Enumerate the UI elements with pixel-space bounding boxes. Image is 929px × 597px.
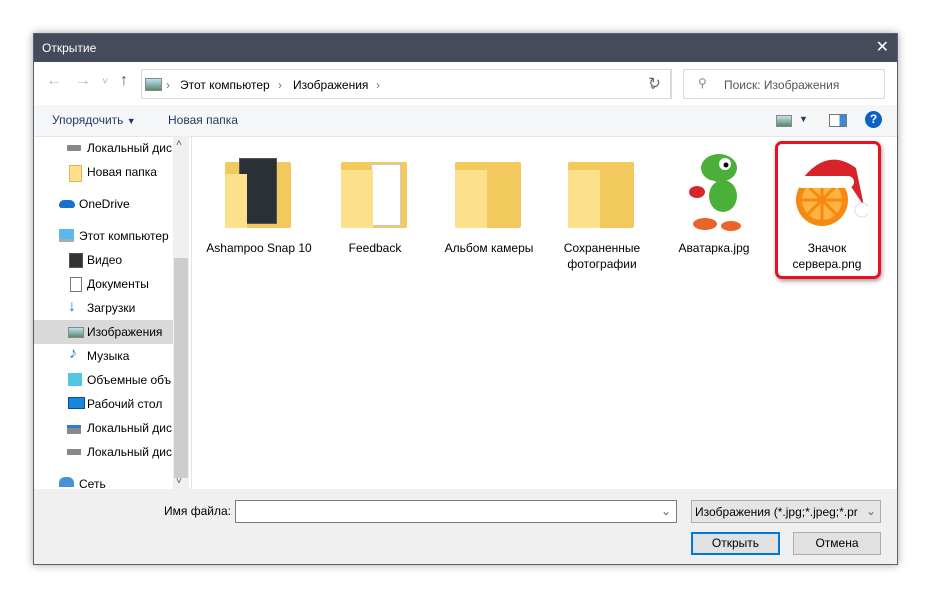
drive-icon bbox=[67, 145, 81, 151]
sidebar-item-label: Локальный дис bbox=[87, 421, 172, 435]
pictures-icon bbox=[145, 78, 162, 91]
sidebar-item-label: Изображения bbox=[87, 325, 163, 339]
scroll-down-icon[interactable]: ˅ bbox=[176, 476, 182, 487]
scrollbar-thumb[interactable] bbox=[174, 258, 188, 478]
back-button[interactable]: ← bbox=[46, 72, 62, 90]
search-input[interactable]: ⚲ Поиск: Изображения bbox=[683, 69, 885, 99]
window-title: Открытие bbox=[42, 41, 97, 55]
new-folder-button[interactable]: Новая папка bbox=[168, 113, 238, 127]
breadcrumb-separator-icon: › bbox=[166, 78, 170, 92]
desktop-icon bbox=[68, 397, 85, 409]
help-icon[interactable]: ? bbox=[865, 111, 882, 128]
file-label: Аватарка.jpg bbox=[678, 241, 750, 255]
sidebar-item-3d-objects[interactable]: Объемные объ bbox=[34, 368, 173, 392]
breadcrumb-pictures[interactable]: Изображения bbox=[293, 78, 368, 92]
search-placeholder: Поиск: Изображения bbox=[724, 78, 840, 92]
chevron-down-icon: ⌄ bbox=[865, 504, 876, 518]
file-label: Сохраненные фотографии bbox=[563, 241, 641, 271]
sidebar-item-label: Документы bbox=[87, 277, 149, 291]
folder-icon bbox=[455, 156, 521, 228]
sidebar-item-music[interactable]: ♪ Музыка bbox=[34, 344, 173, 368]
sidebar-item-label: Загрузки bbox=[87, 301, 136, 315]
breadcrumb-this-pc[interactable]: Этот компьютер bbox=[180, 78, 270, 92]
open-button[interactable]: Открыть bbox=[691, 532, 780, 555]
sidebar-item-network[interactable]: Сеть bbox=[34, 472, 173, 489]
sidebar-item-desktop[interactable]: Рабочий стол bbox=[34, 392, 173, 416]
address-bar[interactable]: › Этот компьютер › Изображения › ⌄ bbox=[141, 69, 671, 99]
sidebar-item-local-disk[interactable]: Локальный дис bbox=[34, 136, 173, 160]
sidebar-item-documents[interactable]: Документы bbox=[34, 272, 173, 296]
toolbar: Упорядочить ▼ Новая папка ▼ ? bbox=[34, 105, 897, 137]
folder-icon bbox=[69, 165, 82, 182]
sidebar-scrollbar[interactable]: ˄ ˅ bbox=[173, 136, 189, 489]
filename-input[interactable]: ⌄ bbox=[235, 500, 677, 523]
sidebar-item-downloads[interactable]: ↓ Загрузки bbox=[34, 296, 173, 320]
folder-icon bbox=[225, 156, 291, 228]
file-label: Альбом камеры bbox=[444, 241, 534, 255]
recent-locations-button[interactable]: ˅ bbox=[102, 76, 108, 88]
preview-pane-icon[interactable] bbox=[829, 114, 847, 127]
chevron-down-icon[interactable]: ⌄ bbox=[661, 504, 671, 518]
sidebar-item-label: Локальный дис bbox=[87, 445, 172, 459]
footer-bar: Имя файла: ⌄ Изображения (*.jpg;*.jpeg;*… bbox=[34, 489, 897, 564]
sidebar-item-label: Новая папка bbox=[87, 165, 157, 179]
yoshi-image-thumbnail bbox=[675, 148, 753, 232]
sidebar-item-label: Музыка bbox=[87, 349, 130, 363]
sidebar-item-label: Локальный дис bbox=[87, 141, 172, 155]
music-icon: ♪ bbox=[69, 345, 77, 362]
open-file-dialog: Открытие ✕ ← → ˅ ↑ › Этот компьютер › Из… bbox=[33, 33, 898, 565]
sidebar-item-video[interactable]: Видео bbox=[34, 248, 173, 272]
video-icon bbox=[69, 253, 83, 268]
sidebar-item-onedrive[interactable]: OneDrive bbox=[34, 192, 173, 216]
title-bar: Открытие ✕ bbox=[34, 34, 897, 62]
drive-icon bbox=[67, 449, 81, 455]
sidebar-item-label: Сеть bbox=[79, 477, 106, 489]
caret-down-icon: ▼ bbox=[126, 116, 136, 126]
cancel-button[interactable]: Отмена bbox=[793, 532, 881, 555]
file-label: Feedback bbox=[348, 241, 402, 255]
filename-label: Имя файла: bbox=[164, 504, 231, 518]
folder-icon bbox=[568, 156, 634, 228]
scroll-up-icon[interactable]: ˄ bbox=[176, 138, 182, 149]
system-drive-icon bbox=[67, 425, 81, 434]
up-button[interactable]: ↑ bbox=[120, 72, 128, 90]
file-list: Ashampoo Snap 10 Feedback Альбом камеры … bbox=[191, 136, 897, 489]
sidebar-item-label: Рабочий стол bbox=[87, 397, 163, 411]
organize-button[interactable]: Упорядочить ▼ bbox=[52, 113, 136, 127]
sidebar-item-label: Объемные объ bbox=[87, 373, 172, 387]
computer-icon bbox=[59, 229, 74, 242]
document-icon bbox=[70, 277, 82, 292]
navigation-pane: Локальный дис Новая папка OneDrive Этот … bbox=[34, 136, 189, 489]
view-options-icon[interactable] bbox=[776, 115, 792, 127]
sidebar-item-this-pc[interactable]: Этот компьютер bbox=[34, 224, 173, 248]
organize-label: Упорядочить bbox=[52, 113, 124, 127]
sidebar-item-local-disk-2[interactable]: Локальный дис bbox=[34, 440, 173, 464]
forward-button[interactable]: → bbox=[75, 72, 91, 90]
search-icon: ⚲ bbox=[698, 76, 707, 90]
3d-objects-icon bbox=[68, 373, 82, 386]
sidebar-item-pictures[interactable]: Изображения bbox=[34, 320, 173, 344]
close-button[interactable]: ✕ bbox=[876, 37, 889, 57]
sidebar-item-label: Этот компьютер bbox=[79, 229, 169, 243]
file-label: Ashampoo Snap 10 bbox=[206, 241, 312, 255]
cloud-icon bbox=[59, 200, 75, 208]
breadcrumb-separator-icon: › bbox=[278, 78, 282, 92]
file-type-filter-dropdown[interactable]: Изображения (*.jpg;*.jpeg;*.pr ⌄ bbox=[691, 500, 881, 523]
sidebar-item-label: OneDrive bbox=[79, 197, 130, 211]
orange-santa-hat-thumbnail bbox=[786, 148, 868, 232]
refresh-button[interactable]: ↻ bbox=[638, 69, 672, 99]
file-label: Значок сервера.png bbox=[792, 241, 862, 271]
file-type-filter-value: Изображения (*.jpg;*.jpeg;*.pr bbox=[695, 505, 858, 519]
download-icon: ↓ bbox=[68, 298, 76, 315]
sidebar-item-system-disk[interactable]: Локальный дис bbox=[34, 416, 173, 440]
sidebar-item-new-folder[interactable]: Новая папка bbox=[34, 160, 173, 184]
folder-icon bbox=[341, 156, 407, 228]
network-icon bbox=[59, 477, 74, 487]
pictures-icon bbox=[68, 327, 84, 338]
breadcrumb-separator-icon: › bbox=[376, 78, 380, 92]
sidebar-item-label: Видео bbox=[87, 253, 123, 267]
caret-down-icon[interactable]: ▼ bbox=[799, 114, 808, 124]
